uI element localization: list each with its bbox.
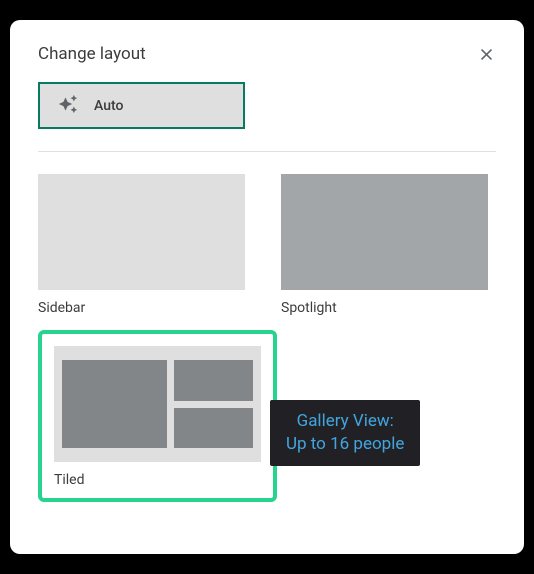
spotlight-preview [281, 174, 488, 290]
close-icon [477, 45, 496, 64]
tiled-label: Tiled [54, 472, 261, 488]
auto-layout-button[interactable]: Auto [38, 82, 245, 129]
gallery-tooltip: Gallery View: Up to 16 people [270, 400, 420, 466]
sparkle-icon [58, 94, 78, 118]
divider [38, 151, 496, 152]
auto-label: Auto [94, 98, 123, 114]
sidebar-layout-option[interactable]: Sidebar [38, 174, 245, 316]
dialog-title: Change layout [38, 44, 146, 64]
tiled-preview [54, 346, 261, 462]
spotlight-layout-option[interactable]: Spotlight [281, 174, 488, 316]
tiled-layout-option[interactable]: Tiled [38, 330, 277, 502]
sidebar-label: Sidebar [38, 300, 245, 316]
close-button[interactable] [477, 45, 496, 64]
dialog-header: Change layout [38, 44, 496, 64]
tooltip-line1: Gallery View: [286, 410, 404, 433]
spotlight-label: Spotlight [281, 300, 488, 316]
sidebar-preview [38, 174, 245, 290]
tooltip-line2: Up to 16 people [286, 433, 404, 456]
layout-options-row: Sidebar Spotlight [38, 174, 496, 316]
change-layout-dialog: Change layout Auto Sidebar [10, 20, 524, 554]
